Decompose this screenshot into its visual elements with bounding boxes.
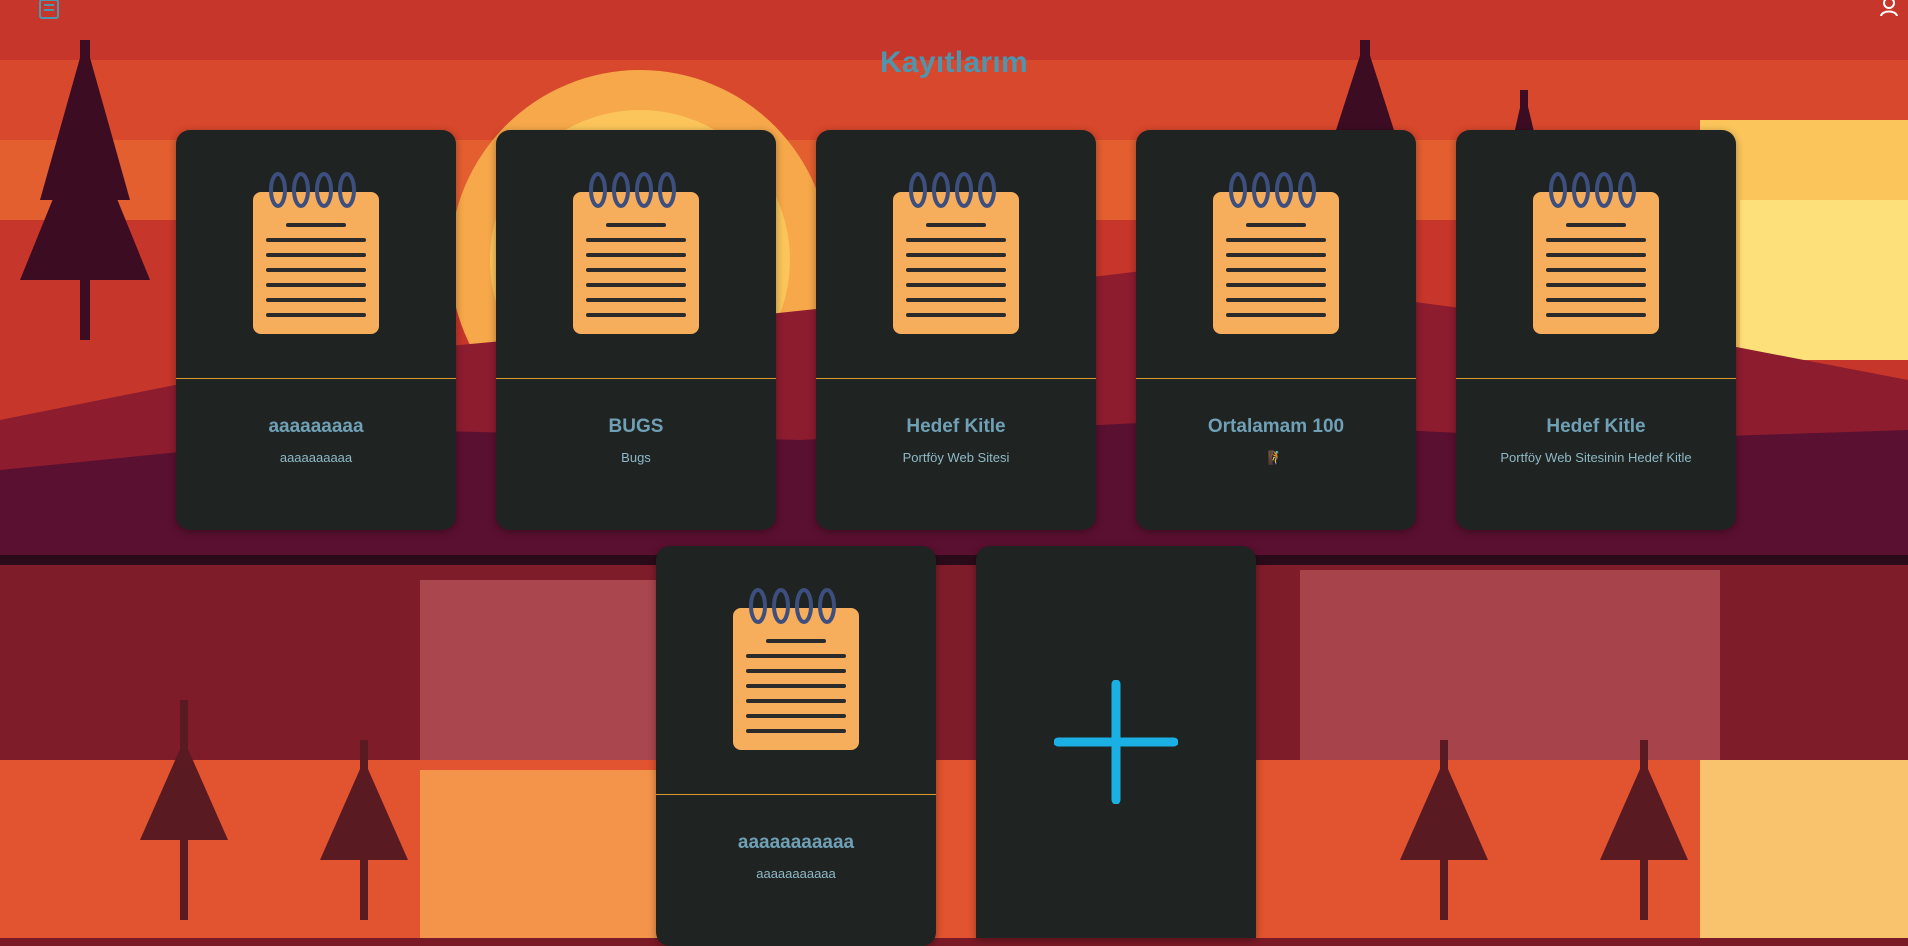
notepad-icon	[893, 172, 1019, 334]
note-title: Hedef Kitle	[1546, 416, 1646, 437]
note-description: aaaaaaaaaaa	[756, 866, 836, 881]
note-title: aaaaaaaaaaa	[737, 832, 855, 853]
note-title: aaaaaaaaa	[268, 416, 364, 437]
notepad-icon	[573, 172, 699, 334]
note-card[interactable]: aaaaaaaaaaa aaaaaaaaaaa	[656, 546, 936, 946]
note-title: BUGS	[608, 416, 664, 437]
card-divider	[1456, 378, 1736, 379]
plus-icon	[1054, 680, 1178, 804]
note-title: Hedef Kitle	[906, 416, 1006, 437]
note-card[interactable]: Ortalamam 100 🧗	[1136, 130, 1416, 530]
note-card[interactable]: Hedef Kitle Portföy Web Sitesinin Hedef …	[1456, 130, 1736, 530]
card-divider	[816, 378, 1096, 379]
note-card[interactable]: aaaaaaaaa aaaaaaaaaa	[176, 130, 456, 530]
note-description: 🧗	[1267, 450, 1285, 465]
user-icon[interactable]	[1880, 0, 1898, 21]
notepad-icon	[1213, 172, 1339, 334]
card-divider	[496, 378, 776, 379]
note-description: Portföy Web Sitesi	[902, 450, 1010, 465]
note-card[interactable]: Hedef Kitle Portföy Web Sitesi	[816, 130, 1096, 530]
notepad-icon	[733, 588, 859, 750]
notepad-icon	[253, 172, 379, 334]
note-description: aaaaaaaaaa	[279, 450, 353, 465]
note-card[interactable]: BUGS Bugs	[496, 130, 776, 530]
page-title: Kayıtlarım	[879, 46, 1029, 79]
add-note-button[interactable]	[976, 546, 1256, 938]
note-description: Bugs	[621, 450, 651, 465]
note-description: Portföy Web Sitesinin Hedef Kitle	[1500, 450, 1692, 465]
notepad-icon	[1533, 172, 1659, 334]
card-divider	[176, 378, 456, 379]
note-title: Ortalamam 100	[1207, 416, 1345, 437]
notes-icon[interactable]	[38, 0, 60, 25]
card-divider	[1136, 378, 1416, 379]
card-divider	[656, 794, 936, 795]
